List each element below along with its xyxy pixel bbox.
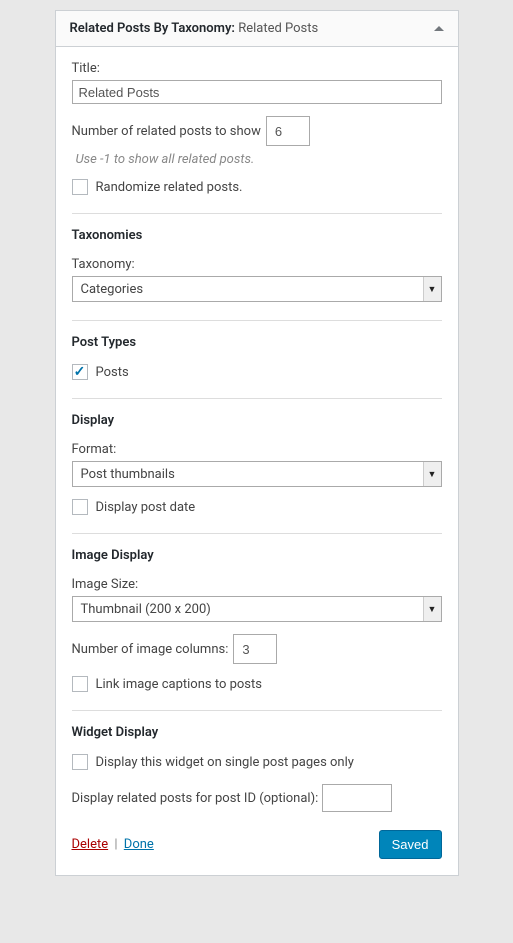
display-heading: Display: [72, 413, 442, 428]
widget-display-heading: Widget Display: [72, 725, 442, 740]
link-captions-label: Link image captions to posts: [96, 677, 262, 692]
taxonomy-field-group: Taxonomy: Categories ▼: [72, 257, 442, 302]
widget-title-prefix: Related Posts By Taxonomy:: [70, 21, 235, 36]
display-date-row[interactable]: Display post date: [72, 499, 442, 515]
divider: [72, 320, 442, 321]
display-date-label: Display post date: [96, 500, 196, 515]
widget-container: Related Posts By Taxonomy: Related Posts…: [55, 10, 459, 876]
post-types-heading: Post Types: [72, 335, 442, 350]
num-posts-row: Number of related posts to show: [72, 116, 442, 146]
display-date-checkbox[interactable]: [72, 499, 88, 515]
randomize-checkbox[interactable]: [72, 179, 88, 195]
randomize-label: Randomize related posts.: [96, 180, 243, 195]
num-posts-desc: Use -1 to show all related posts.: [72, 152, 442, 167]
posts-row[interactable]: Posts: [72, 364, 442, 380]
saved-button[interactable]: Saved: [379, 830, 442, 859]
single-only-row[interactable]: Display this widget on single post pages…: [72, 754, 442, 770]
divider: [72, 533, 442, 534]
chevron-down-icon: ▼: [423, 277, 441, 301]
format-label: Format:: [72, 442, 442, 457]
title-label: Title:: [72, 61, 442, 76]
widget-footer: Delete | Done Saved: [72, 830, 442, 859]
taxonomy-label: Taxonomy:: [72, 257, 442, 272]
posts-label: Posts: [96, 365, 129, 380]
delete-link[interactable]: Delete: [72, 837, 109, 852]
link-separator: |: [114, 837, 117, 852]
taxonomy-select[interactable]: Categories: [72, 276, 442, 302]
postid-label: Display related posts for post ID (optio…: [72, 791, 319, 806]
footer-links: Delete | Done: [72, 837, 154, 852]
widget-title-suffix: Related Posts: [238, 21, 318, 36]
image-cols-label: Number of image columns:: [72, 642, 229, 657]
image-size-select[interactable]: Thumbnail (200 x 200): [72, 596, 442, 622]
link-captions-checkbox[interactable]: [72, 676, 88, 692]
postid-row: Display related posts for post ID (optio…: [72, 784, 442, 812]
image-size-select-wrap: Thumbnail (200 x 200) ▼: [72, 596, 442, 622]
format-field-group: Format: Post thumbnails ▼: [72, 442, 442, 487]
postid-input[interactable]: [322, 784, 392, 812]
title-input[interactable]: [72, 80, 442, 104]
image-size-field-group: Image Size: Thumbnail (200 x 200) ▼: [72, 577, 442, 622]
taxonomy-select-value: Categories: [81, 282, 144, 297]
widget-header[interactable]: Related Posts By Taxonomy: Related Posts: [56, 11, 458, 47]
single-only-label: Display this widget on single post pages…: [96, 755, 354, 770]
divider: [72, 398, 442, 399]
taxonomies-heading: Taxonomies: [72, 228, 442, 243]
single-only-checkbox[interactable]: [72, 754, 88, 770]
link-captions-row[interactable]: Link image captions to posts: [72, 676, 442, 692]
done-link[interactable]: Done: [124, 837, 154, 852]
image-display-heading: Image Display: [72, 548, 442, 563]
chevron-down-icon: ▼: [423, 597, 441, 621]
format-select-value: Post thumbnails: [81, 467, 175, 482]
divider: [72, 213, 442, 214]
image-size-select-value: Thumbnail (200 x 200): [81, 602, 211, 617]
title-field-group: Title:: [72, 61, 442, 104]
image-cols-input[interactable]: [233, 634, 277, 664]
posts-checkbox[interactable]: [72, 364, 88, 380]
image-size-label: Image Size:: [72, 577, 442, 592]
num-posts-input[interactable]: [266, 116, 310, 146]
format-select[interactable]: Post thumbnails: [72, 461, 442, 487]
widget-title: Related Posts By Taxonomy: Related Posts: [70, 21, 319, 36]
divider: [72, 710, 442, 711]
widget-body: Title: Number of related posts to show U…: [56, 47, 458, 875]
image-cols-row: Number of image columns:: [72, 634, 442, 664]
taxonomy-select-wrap: Categories ▼: [72, 276, 442, 302]
chevron-down-icon: ▼: [423, 462, 441, 486]
randomize-row[interactable]: Randomize related posts.: [72, 179, 442, 195]
num-posts-label: Number of related posts to show: [72, 124, 261, 139]
format-select-wrap: Post thumbnails ▼: [72, 461, 442, 487]
collapse-up-icon[interactable]: [434, 26, 444, 31]
